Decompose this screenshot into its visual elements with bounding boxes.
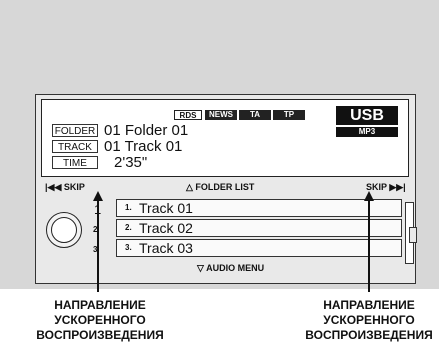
track-name: Track 03 (139, 240, 193, 256)
folder-value: 01 Folder 01 (104, 122, 189, 139)
track-name: Track 01 (139, 200, 193, 216)
indicator-ta: TA (239, 110, 271, 120)
audio-menu-button[interactable]: ▽ AUDIO MENU (197, 263, 264, 274)
track-list-item[interactable]: 3. Track 03 (116, 239, 402, 257)
track-number: 2. (125, 223, 132, 232)
track-name: Track 02 (139, 220, 193, 236)
side-tab (409, 227, 417, 243)
caption-right: НАПРАВЛЕНИЕ УСКОРЕННОГО ВОСПРОИЗВЕДЕНИЯ (305, 298, 433, 342)
indicator-news: NEWS (205, 110, 237, 120)
folder-tag: FOLDER (52, 124, 98, 137)
triangle-up-icon: △ (186, 182, 196, 192)
skip-forward-icon: ▶▶| (386, 182, 406, 192)
triangle-down-icon: ▽ (197, 263, 207, 273)
indicator-rds: RDS (174, 110, 202, 120)
track-list-item[interactable]: 1. Track 01 (116, 199, 402, 217)
volume-knob-center (51, 217, 77, 243)
track-value: 01 Track 01 (104, 138, 183, 155)
pointer-line-right (368, 199, 370, 292)
time-tag: TIME (52, 156, 98, 169)
track-number: 1. (125, 203, 132, 212)
time-value: 2'35" (114, 154, 148, 171)
format-mp3-label: MP3 (336, 127, 398, 137)
source-usb-label: USB (336, 106, 398, 125)
caption-left: НАПРАВЛЕНИЕ УСКОРЕННОГО ВОСПРОИЗВЕДЕНИЯ (36, 298, 164, 342)
pointer-line-left (97, 199, 99, 292)
track-tag: TRACK (52, 140, 98, 153)
skip-back-button[interactable]: |◀◀ SKIP (45, 180, 85, 194)
folder-list-button[interactable]: △ FOLDER LIST (186, 180, 254, 194)
skip-back-icon: |◀◀ (45, 182, 64, 192)
track-number: 3. (125, 243, 132, 252)
track-list-item[interactable]: 2. Track 02 (116, 219, 402, 237)
control-label-row: |◀◀ SKIP △ FOLDER LIST SKIP ▶▶| (35, 180, 414, 194)
indicator-tp: TP (273, 110, 305, 120)
